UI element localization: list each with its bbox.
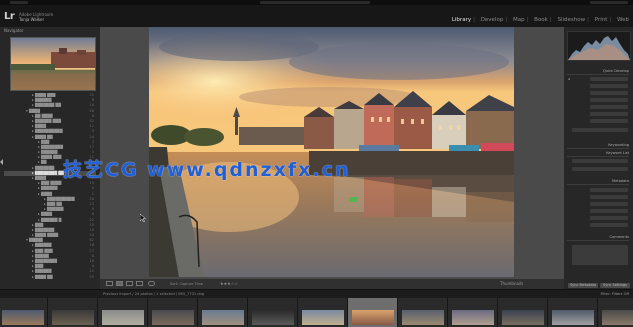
filmstrip-cell[interactable] — [48, 298, 98, 327]
filmstrip-thumbnail — [402, 310, 444, 325]
filmstrip-cell[interactable] — [148, 298, 198, 327]
module-library[interactable]: Library — [452, 17, 471, 23]
saved-preset-dropdown[interactable] — [590, 77, 628, 81]
filmstrip-thumbnail — [2, 310, 44, 325]
filmstrip-cell[interactable] — [0, 298, 48, 327]
compare-view-icon[interactable] — [126, 281, 133, 286]
histogram[interactable] — [567, 31, 631, 61]
filmstrip-cell[interactable] — [598, 298, 633, 327]
keywording-header[interactable]: Keywording — [567, 143, 629, 149]
keyword-list-header[interactable]: Keyword List — [567, 151, 629, 157]
filmstrip-cell[interactable] — [448, 298, 498, 327]
metadata-field[interactable] — [590, 209, 628, 213]
filmstrip-thumbnail — [452, 310, 494, 325]
identity-plate-bar: Lr Adobe Lightroom Tonja Walker Library |… — [0, 5, 633, 28]
module-book[interactable]: Book — [534, 17, 548, 23]
filmstrip-cell[interactable] — [248, 298, 298, 327]
rating-stars[interactable]: ★★★☆☆ — [220, 281, 250, 286]
filmstrip-thumbnail — [302, 310, 344, 325]
exposure-control[interactable] — [590, 98, 628, 102]
metadata-field[interactable] — [590, 195, 628, 199]
keyword-suggestions[interactable] — [572, 167, 628, 171]
lightroom-logo: Lr — [4, 11, 15, 22]
navigator-preview-image — [11, 38, 95, 90]
comments-header[interactable]: Comments — [567, 235, 629, 241]
filmstrip-cell[interactable] — [548, 298, 598, 327]
mouse-cursor-icon — [139, 207, 147, 226]
filmstrip — [0, 298, 633, 327]
filmstrip-thumbnail — [102, 310, 144, 325]
view-toolbar: Sort: Capture Time ★★★☆☆ Thumbnails — [100, 279, 564, 289]
toolbar-thumbnails[interactable]: Thumbnails — [500, 281, 523, 286]
filmstrip-thumbnail — [252, 310, 294, 325]
metadata-header[interactable]: Metadata — [567, 179, 629, 185]
module-slideshow[interactable]: Slideshow — [557, 17, 585, 23]
grid-view-icon[interactable] — [106, 281, 113, 286]
catalog-line-2: Tonja Walker — [19, 17, 45, 22]
triangle-left-icon — [0, 159, 3, 165]
filmstrip-thumbnail — [202, 310, 244, 325]
navigator-header[interactable]: Navigator — [4, 28, 96, 33]
saved-preset-label: ▪ — [568, 77, 571, 81]
reset-control[interactable] — [590, 119, 628, 123]
navigator-preview[interactable] — [10, 37, 96, 91]
filmstrip-cell[interactable] — [98, 298, 148, 327]
filmstrip-thumbnail — [52, 310, 94, 325]
main-photo[interactable] — [149, 27, 514, 277]
survey-view-icon[interactable] — [136, 281, 143, 286]
collapse-left-panel-handle[interactable] — [0, 147, 4, 177]
histogram-graph — [568, 36, 630, 60]
module-develop[interactable]: Develop — [481, 17, 504, 23]
filmstrip-source-path[interactable]: Previous Import / 24 photos / 1 selected… — [103, 292, 204, 296]
filmstrip-thumbnail — [552, 310, 594, 325]
metadata-field[interactable] — [590, 216, 628, 220]
filmstrip-cell[interactable] — [398, 298, 448, 327]
sync-metadata-button[interactable]: Sync Metadata — [568, 283, 598, 288]
lightroom-window: Lr Adobe Lightroom Tonja Walker Library |… — [0, 0, 633, 327]
filter-value[interactable]: Filters Off — [612, 292, 629, 296]
keyword-field[interactable] — [572, 128, 628, 132]
white-balance-dropdown[interactable] — [590, 84, 628, 88]
toolbar-sort-label[interactable]: Sort: Capture Time — [170, 282, 203, 286]
watermark-text: 技艺CG www.qdnzxfx.cn — [63, 159, 351, 181]
filmstrip-thumbnail — [502, 310, 544, 325]
quick-develop-header[interactable]: Quick Develop — [567, 69, 629, 75]
sync-settings-button[interactable]: Sync Settings — [600, 283, 630, 288]
filmstrip-cell[interactable] — [198, 298, 248, 327]
folder-tree: ▸ ████ ███ 21 ▸ ██████ 8 ▸ ███████ ██ 14 ▾ … — [4, 93, 96, 283]
module-map[interactable]: Map — [513, 17, 525, 23]
filter-label: Filter: — [600, 292, 611, 296]
loupe-view-icon[interactable] — [116, 281, 123, 286]
filmstrip-cell[interactable] — [498, 298, 548, 327]
main-photo-image — [149, 27, 514, 277]
filmstrip-thumbnail — [152, 310, 194, 325]
metadata-field[interactable] — [590, 223, 628, 227]
comment-box[interactable] — [572, 245, 628, 265]
right-panel: Quick Develop ▪ Keywording Keyword List … — [564, 27, 633, 289]
filmstrip-thumbnail — [602, 310, 633, 325]
module-print[interactable]: Print — [595, 17, 608, 23]
filter-control[interactable]: Filter: Filters Off — [601, 292, 629, 296]
filmstrip-cell[interactable] — [298, 298, 348, 327]
filmstrip-thumbnail — [352, 310, 394, 325]
folder-row[interactable]: ▸ ████ ██ 20 — [4, 275, 96, 280]
loupe-view: 技艺CG www.qdnzxfx.cn Sort: Capture Time ★… — [63, 27, 564, 289]
keyword-search-field[interactable] — [572, 159, 628, 163]
clarity-control[interactable] — [590, 105, 628, 109]
module-picker: Library | Develop | Map | Book | Slideshow | … — [451, 17, 629, 23]
vibrance-control[interactable] — [590, 112, 628, 116]
module-web[interactable]: Web — [617, 17, 629, 23]
people-view-icon[interactable] — [148, 281, 155, 286]
navigator-label: Navigator — [4, 28, 24, 33]
filmstrip-cell-selected[interactable] — [348, 298, 398, 327]
metadata-preset-dropdown[interactable] — [590, 188, 628, 192]
catalog-name: Adobe Lightroom Tonja Walker — [19, 12, 53, 22]
metadata-field[interactable] — [590, 202, 628, 206]
tone-control-dropdown[interactable] — [590, 91, 628, 95]
